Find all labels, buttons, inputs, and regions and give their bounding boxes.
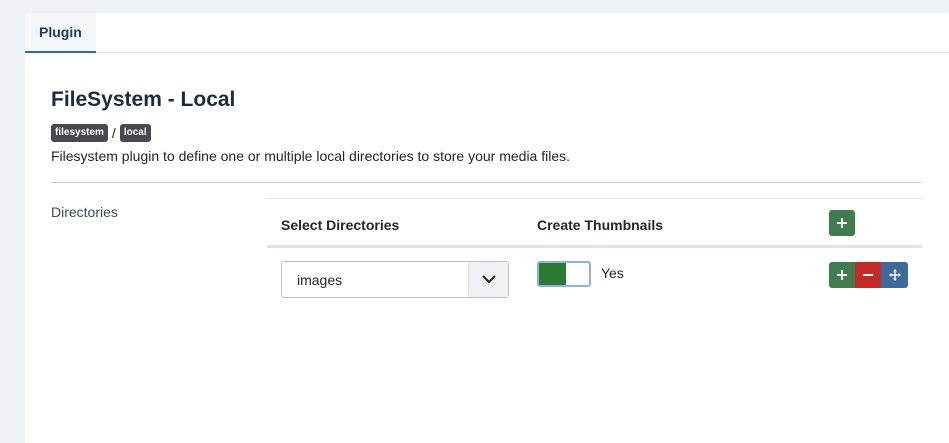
directories-label: Directories xyxy=(51,204,118,220)
tab-bar: Plugin xyxy=(25,13,949,53)
plugin-description: Filesystem plugin to define one or multi… xyxy=(51,148,571,164)
plugin-badges: filesystem / local xyxy=(51,123,151,143)
chevron-down-icon[interactable] xyxy=(468,262,508,297)
badge-group: filesystem xyxy=(51,124,108,142)
tab-plugin[interactable]: Plugin xyxy=(25,13,96,53)
page-title: FileSystem - Local xyxy=(51,88,236,111)
remove-row-button[interactable] xyxy=(855,262,881,288)
add-row-after-button[interactable] xyxy=(829,262,855,288)
minus-icon xyxy=(863,274,873,276)
add-row-button[interactable] xyxy=(829,210,855,236)
table-row: images Yes xyxy=(267,248,922,308)
directory-select-value: images xyxy=(297,272,343,288)
badge-element: local xyxy=(119,124,151,142)
row-actions xyxy=(829,262,908,288)
column-create-thumbnails: Create Thumbnails xyxy=(537,217,664,233)
divider xyxy=(51,182,922,183)
directory-select[interactable]: images xyxy=(281,261,509,298)
table-header: Select Directories Create Thumbnails xyxy=(267,198,922,248)
plus-icon xyxy=(837,218,847,228)
move-row-button[interactable] xyxy=(881,262,908,288)
directories-table: Select Directories Create Thumbnails ima… xyxy=(267,198,922,308)
plus-icon xyxy=(837,270,847,280)
badge-separator: / xyxy=(111,125,116,141)
thumbnails-toggle[interactable] xyxy=(537,261,591,287)
move-icon xyxy=(888,269,901,281)
column-select-directories: Select Directories xyxy=(281,217,400,233)
thumbnails-toggle-label: Yes xyxy=(601,265,624,281)
plugin-panel: Plugin FileSystem - Local filesystem / l… xyxy=(25,13,949,443)
thumbnails-toggle-fill xyxy=(539,263,566,285)
